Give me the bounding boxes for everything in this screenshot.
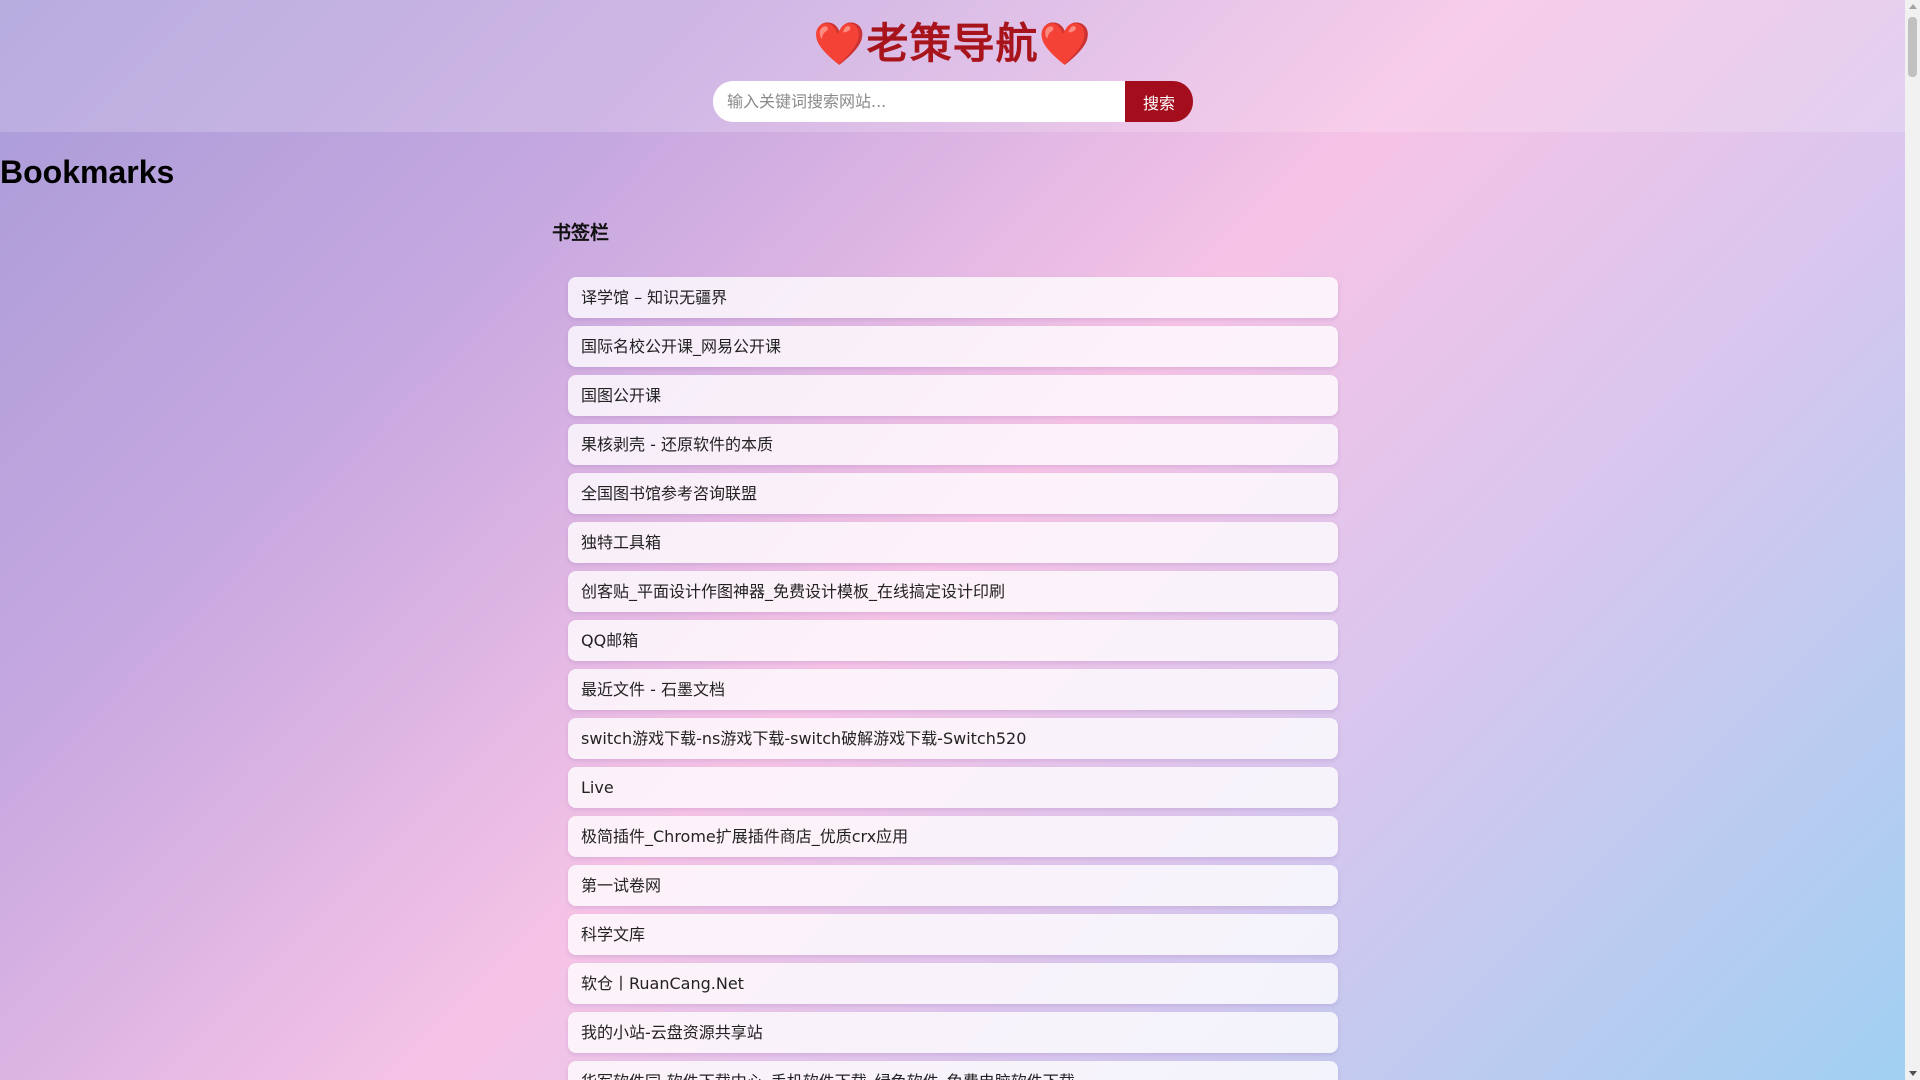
folder-title: 书签栏 (552, 222, 610, 244)
bookmark-link[interactable]: 我的小站-云盘资源共享站 (568, 1012, 1338, 1053)
site-title-text: 老策导航 (866, 19, 1039, 68)
bookmark-link[interactable]: 华军软件园-软件下载中心_手机软件下载_绿色软件_免费电脑软件下载 (568, 1061, 1338, 1080)
bookmark-link[interactable]: switch游戏下载-ns游戏下载-switch破解游戏下载-Switch520 (568, 718, 1338, 759)
search-bar: 搜索 (713, 81, 1193, 122)
bookmark-link[interactable]: 第一试卷网 (568, 865, 1338, 906)
bookmark-link[interactable]: 科学文库 (568, 914, 1338, 955)
bookmark-link[interactable]: 译学馆 – 知识无疆界 (568, 277, 1338, 318)
site-header: ❤️老策导航❤️ 搜索 (0, 0, 1905, 132)
heart-icon: ❤️ (1038, 19, 1092, 68)
page: ❤️老策导航❤️ 搜索 Bookmarks 书签栏 译学馆 – 知识无疆界 国际… (0, 0, 1905, 1080)
bookmark-link[interactable]: 软仓丨RuanCang.Net (568, 963, 1338, 1004)
bookmark-link[interactable]: 国图公开课 (568, 375, 1338, 416)
scroll-down-icon[interactable] (1909, 1071, 1917, 1076)
site-title: ❤️老策导航❤️ (0, 14, 1905, 74)
bookmark-link[interactable]: QQ邮箱 (568, 620, 1338, 661)
vertical-scrollbar[interactable] (1905, 0, 1920, 1080)
bookmark-link[interactable]: 独特工具箱 (568, 522, 1338, 563)
bookmark-link[interactable]: 国际名校公开课_网易公开课 (568, 326, 1338, 367)
bookmark-list: 译学馆 – 知识无疆界 国际名校公开课_网易公开课 国图公开课 果核剥壳 - 还… (568, 277, 1338, 1080)
search-input[interactable] (713, 81, 1125, 122)
bookmark-link[interactable]: 最近文件 - 石墨文档 (568, 669, 1338, 710)
bookmark-link[interactable]: 极简插件_Chrome扩展插件商店_优质crx应用 (568, 816, 1338, 857)
scrollbar-thumb[interactable] (1908, 17, 1917, 77)
bookmark-link[interactable]: 全国图书馆参考咨询联盟 (568, 473, 1338, 514)
search-button[interactable]: 搜索 (1125, 81, 1193, 122)
page-title: Bookmarks (0, 154, 175, 190)
bookmark-link[interactable]: 果核剥壳 - 还原软件的本质 (568, 424, 1338, 465)
bookmark-link[interactable]: 创客贴_平面设计作图神器_免费设计模板_在线搞定设计印刷 (568, 571, 1338, 612)
heart-icon: ❤️ (813, 19, 867, 68)
bookmark-link[interactable]: Live (568, 767, 1338, 808)
scroll-up-icon[interactable] (1909, 4, 1917, 9)
